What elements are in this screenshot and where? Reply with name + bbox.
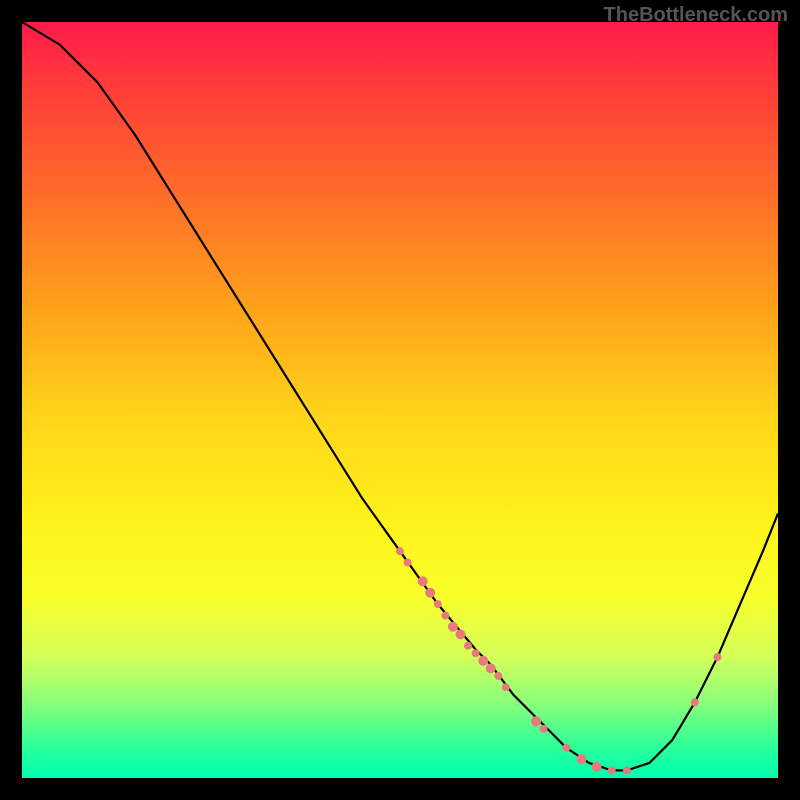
chart-marker [608, 766, 616, 774]
chart-marker [418, 576, 428, 586]
chart-marker [404, 559, 412, 567]
watermark-text: TheBottleneck.com [604, 4, 788, 27]
chart-marker [494, 672, 502, 680]
chart-marker [441, 612, 449, 620]
chart-marker [396, 547, 404, 555]
chart-marker [472, 649, 480, 657]
chart-plot-area [22, 22, 778, 778]
chart-marker [434, 600, 442, 608]
chart-marker [448, 622, 458, 632]
chart-marker [562, 744, 570, 752]
chart-marker [714, 653, 722, 661]
chart-marker [478, 656, 488, 666]
chart-marker [576, 754, 586, 764]
chart-marker [592, 762, 602, 772]
chart-marker [623, 766, 631, 774]
chart-svg [22, 22, 778, 778]
chart-marker [425, 588, 435, 598]
chart-marker [502, 683, 510, 691]
chart-curve [22, 22, 778, 770]
chart-marker [691, 698, 699, 706]
chart-marker [456, 629, 466, 639]
chart-marker [531, 716, 541, 726]
chart-marker [486, 663, 496, 673]
chart-marker [540, 725, 548, 733]
chart-marker [464, 642, 472, 650]
